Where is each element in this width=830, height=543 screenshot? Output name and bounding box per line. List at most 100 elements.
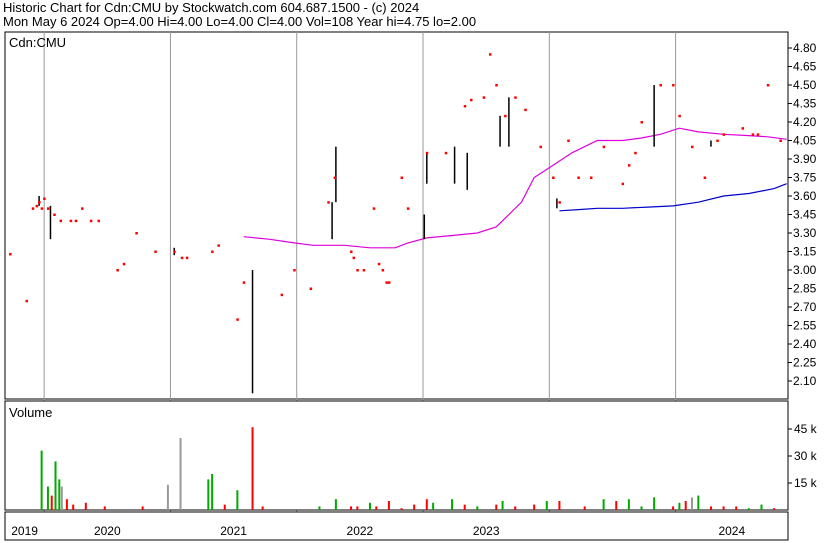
volume-bar (501, 501, 504, 510)
price-tick-label: 4.50 (793, 78, 817, 92)
volume-bar (103, 506, 106, 510)
volume-bar (236, 490, 239, 510)
price-tick-label: 3.00 (793, 263, 817, 277)
price-point (722, 133, 726, 136)
price-tick-label: 2.40 (793, 337, 817, 351)
volume-bar (747, 508, 750, 510)
price-tick-label: 4.65 (793, 60, 817, 74)
volume-bar (387, 501, 390, 510)
price-point (716, 139, 719, 142)
price-point (350, 250, 353, 253)
price-point (173, 250, 176, 253)
volume-bar (684, 501, 687, 510)
price-point (751, 133, 755, 136)
price-point (567, 139, 570, 142)
price-point (678, 114, 681, 118)
date-axis-label: 2024 (718, 524, 745, 538)
price-tick-label: 3.75 (793, 171, 817, 185)
volume-bar (773, 508, 776, 510)
stock-chart: 4.80 4.65 4.50 4.35 4.20 4.05 3.90 3.75 3.60 3.45… (4, 31, 818, 541)
price-point (154, 250, 157, 253)
price-point (691, 145, 694, 149)
volume-bar (545, 501, 548, 510)
price-point (81, 207, 84, 210)
price-tick-label: 4.20 (793, 115, 817, 129)
price-point (425, 151, 429, 155)
volume-bar (697, 495, 700, 510)
volume-bar (495, 504, 498, 510)
price-point (362, 269, 366, 272)
volume-bar (368, 502, 371, 510)
volume-panel: Volume 45 k 30 k 15 k (4, 400, 818, 511)
price-point (25, 299, 28, 303)
volume-bar (722, 506, 725, 510)
price-point (135, 232, 138, 235)
volume-bar (425, 499, 428, 510)
volume-bar (627, 499, 630, 510)
price-point (640, 121, 644, 124)
price-point (356, 269, 359, 272)
volume-bar (375, 506, 378, 510)
date-axis-label: 2023 (473, 524, 500, 538)
price-tick-label: 4.05 (793, 134, 817, 148)
price-point (40, 207, 44, 210)
price-point (236, 318, 239, 321)
volume-bar (334, 499, 337, 510)
price-point (280, 293, 284, 297)
price-panel-title: Cdn:CMU (9, 35, 66, 50)
price-point (333, 176, 337, 179)
price-point (400, 176, 404, 179)
price-point (97, 219, 100, 223)
price-point (406, 207, 410, 210)
volume-tick-label: 45 k (794, 422, 818, 436)
volume-bar (583, 506, 586, 510)
volume-bar (84, 502, 87, 510)
volume-bar (58, 479, 61, 510)
volume-bar (261, 506, 264, 510)
volume-bar (451, 499, 454, 510)
price-point (9, 252, 12, 256)
price-point (35, 204, 39, 208)
volume-bar (735, 506, 738, 510)
volume-bar (672, 506, 675, 510)
price-point (504, 114, 507, 118)
volume-bar (653, 497, 656, 510)
price-tick-label: 3.15 (793, 245, 817, 259)
price-tick-label: 3.30 (793, 226, 817, 240)
volume-panel-title: Volume (9, 405, 52, 420)
price-point (552, 176, 555, 179)
price-tick-label: 2.10 (793, 374, 817, 388)
price-point (59, 219, 63, 223)
price-point (385, 281, 388, 284)
price-point (482, 96, 486, 99)
volume-bar (476, 506, 479, 510)
price-point (577, 176, 580, 179)
price-tick-label: 3.60 (793, 189, 817, 203)
volume-bar (72, 504, 75, 510)
volume-bar (318, 506, 321, 510)
date-axis-label: 2021 (220, 524, 247, 538)
price-tick-label: 2.70 (793, 300, 817, 314)
volume-bar (413, 504, 416, 510)
price-point (217, 244, 220, 247)
volume-bar (207, 479, 210, 510)
price-tick-label: 2.25 (793, 356, 817, 370)
price-point (43, 197, 46, 200)
price-point (470, 98, 473, 102)
price-point (381, 269, 385, 272)
volume-bar (166, 484, 169, 510)
volume-bar (615, 501, 618, 510)
volume-bar (400, 508, 403, 510)
price-point (309, 287, 313, 290)
volume-tick-label: 30 k (794, 449, 818, 463)
price-point (463, 104, 467, 108)
volume-bar (54, 461, 57, 510)
price-point (672, 84, 675, 87)
date-axis-label: 2020 (94, 524, 121, 538)
price-point (69, 219, 73, 223)
price-point (116, 269, 119, 272)
price-point (634, 151, 637, 155)
price-point (327, 201, 330, 204)
price-point (621, 182, 625, 186)
price-point (627, 164, 631, 167)
